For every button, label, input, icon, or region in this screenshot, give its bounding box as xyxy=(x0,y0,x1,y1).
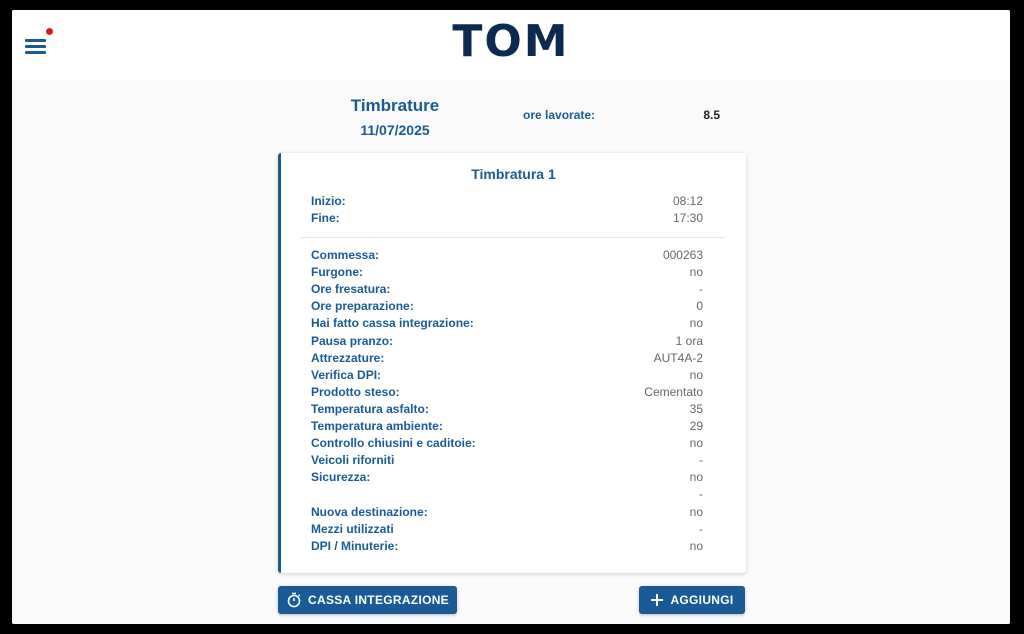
page-title: Timbrature xyxy=(350,96,440,115)
row-value: no xyxy=(689,316,703,331)
plus-icon xyxy=(651,594,664,606)
timer-icon xyxy=(287,592,301,608)
row-label: Hai fatto cassa integrazione: xyxy=(311,316,474,331)
hamburger-icon-line xyxy=(25,45,46,48)
card-row: Veicoli riforniti - xyxy=(311,452,703,469)
hours-worked-label: ore lavorate: xyxy=(523,108,596,122)
menu-button[interactable] xyxy=(25,37,49,57)
card-row: Hai fatto cassa integrazione: no xyxy=(311,315,703,332)
row-label: Nuova destinazione: xyxy=(311,504,428,519)
card-row: Pausa pranzo: 1 ora xyxy=(311,333,703,350)
card-row: Temperatura ambiente: 29 xyxy=(311,418,703,435)
row-label: Temperatura asfalto: xyxy=(311,401,429,416)
card-title: Timbratura 1 xyxy=(471,166,556,182)
card-row: Commessa: 000263 xyxy=(311,247,703,264)
card-row: - xyxy=(311,486,703,503)
card-row: Controllo chiusini e caditoie: no xyxy=(311,435,703,452)
row-label: DPI / Minuterie: xyxy=(311,538,399,553)
row-label: Inizio: xyxy=(311,194,346,208)
hours-worked-value: 8.5 xyxy=(703,108,720,122)
row-value: no xyxy=(689,265,703,280)
card-row: Ore preparazione: 0 xyxy=(311,298,703,315)
row-label: Controllo chiusini e caditoie: xyxy=(311,436,476,451)
row-label: Commessa: xyxy=(311,248,380,262)
row-label: Attrezzature: xyxy=(311,350,385,365)
aggiungi-label: AGGIUNGI xyxy=(670,593,734,607)
row-value: AUT4A-2 xyxy=(653,350,703,365)
card-row: Nuova destinazione: no xyxy=(311,504,703,521)
cassa-integrazione-label: CASSA INTEGRAZIONE xyxy=(308,593,449,607)
row-label: Pausa pranzo: xyxy=(311,333,394,348)
card-row: Prodotto steso: Cementato xyxy=(311,384,703,401)
row-value: - xyxy=(699,521,703,536)
page-date: 11/07/2025 xyxy=(360,122,430,138)
row-value: 08:12 xyxy=(672,194,703,208)
hamburger-icon-line xyxy=(25,51,46,54)
row-label: Verifica DPI: xyxy=(311,367,382,382)
hamburger-icon-line xyxy=(25,39,46,42)
row-value: 35 xyxy=(689,401,703,416)
row-value: no xyxy=(689,436,703,451)
card-row: DPI / Minuterie: no xyxy=(311,538,703,555)
card-row: Inizio: 08:12 xyxy=(311,193,703,210)
row-value: - xyxy=(699,487,703,502)
row-label: Fine: xyxy=(311,211,340,226)
row-value: - xyxy=(699,453,703,468)
row-label: Temperatura ambiente: xyxy=(311,419,443,433)
row-label: Veicoli riforniti xyxy=(311,453,395,468)
row-label: Sicurezza: xyxy=(311,470,371,485)
card-row: Fine: 17:30 xyxy=(311,210,703,227)
aggiungi-button[interactable]: AGGIUNGI xyxy=(639,586,745,614)
row-label: Furgone: xyxy=(311,265,363,280)
app-logo: TOM xyxy=(452,16,570,67)
row-value: 17:30 xyxy=(672,211,703,226)
row-value: 1 ora xyxy=(675,333,703,348)
row-value: 000263 xyxy=(662,248,703,262)
row-label: Prodotto steso: xyxy=(311,384,400,399)
notification-dot-icon xyxy=(46,28,53,35)
card-row: Sicurezza: no xyxy=(311,469,703,486)
card-row: Ore fresatura: - xyxy=(311,281,703,298)
timbratura-card: Timbratura 1 Inizio: 08:12 Fine: 17:30 Comme… xyxy=(278,153,746,573)
row-value: no xyxy=(689,367,703,382)
row-value: no xyxy=(689,470,703,485)
card-row: Temperatura asfalto: 35 xyxy=(311,401,703,418)
app-window: TOM Timbrature 11/07/2025 ore lavorate: … xyxy=(12,10,1010,624)
row-value: no xyxy=(689,538,703,553)
card-row: Mezzi utilizzati - xyxy=(311,521,703,538)
row-label: Mezzi utilizzati xyxy=(311,521,394,536)
card-row: Attrezzature: AUT4A-2 xyxy=(311,350,703,367)
row-label: Ore fresatura: xyxy=(311,282,391,297)
row-value: 0 xyxy=(696,299,703,314)
row-label: Ore preparazione: xyxy=(311,299,414,314)
row-value: 29 xyxy=(689,419,703,433)
row-value: - xyxy=(699,282,703,297)
top-app-bar: TOM xyxy=(12,10,1010,80)
card-row: Furgone: no xyxy=(311,264,703,281)
cassa-integrazione-button[interactable]: CASSA INTEGRAZIONE xyxy=(278,586,457,614)
row-value: no xyxy=(689,504,703,519)
card-divider xyxy=(301,237,725,238)
row-value: Cementato xyxy=(644,384,703,399)
card-row: Verifica DPI: no xyxy=(311,367,703,384)
main-content: Timbrature 11/07/2025 ore lavorate: 8.5 … xyxy=(12,80,1010,624)
